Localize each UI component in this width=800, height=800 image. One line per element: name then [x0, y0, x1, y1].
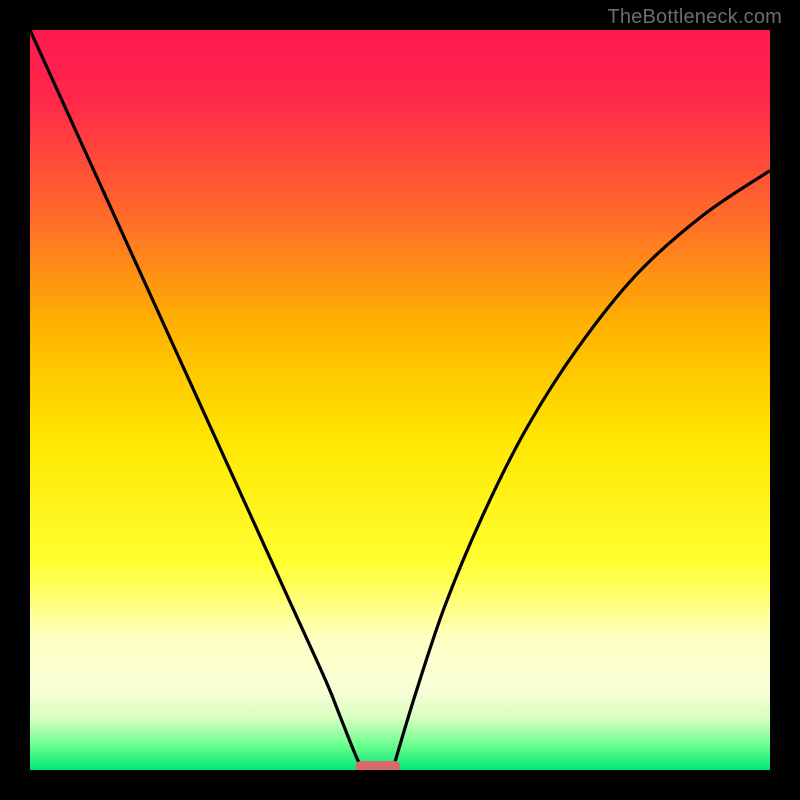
- chart-svg: [30, 30, 770, 770]
- watermark-text: TheBottleneck.com: [607, 6, 782, 29]
- bottleneck-marker: [356, 761, 400, 770]
- plot-area: [30, 30, 770, 770]
- gradient-background: [30, 30, 770, 770]
- chart-frame: TheBottleneck.com: [0, 0, 800, 800]
